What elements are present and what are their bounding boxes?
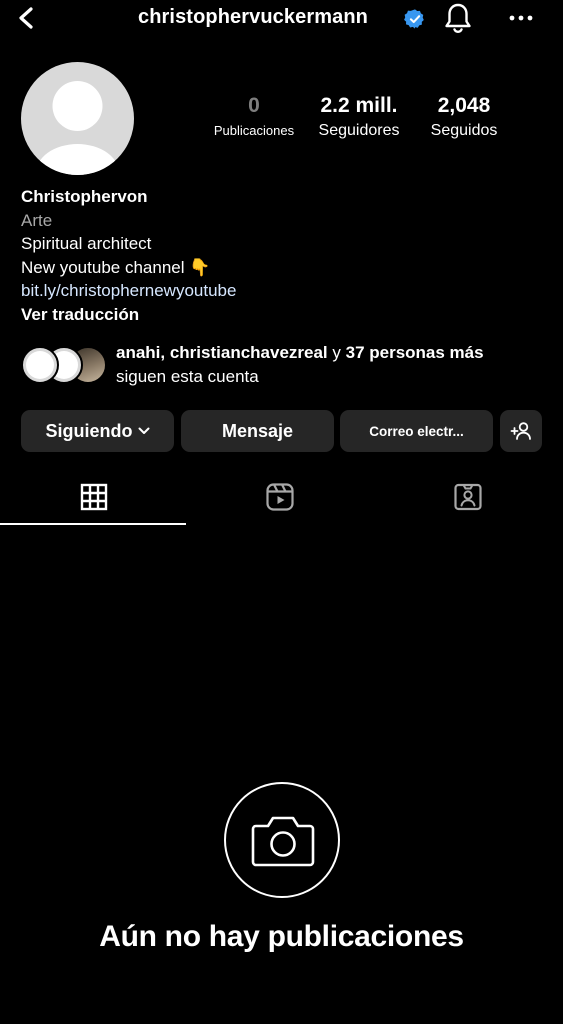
default-avatar-icon (35, 81, 120, 175)
bio-link[interactable]: bit.ly/christophernewyoutube (21, 279, 551, 303)
bio-line-2: New youtube channel 👇 (21, 257, 211, 277)
empty-state-text: Aún no hay publicaciones (99, 920, 464, 953)
followers-value: 2.2 mill. (320, 94, 398, 117)
message-button[interactable]: Mensaje (181, 410, 334, 452)
add-person-icon (510, 422, 531, 440)
followers-label: Seguidores (318, 122, 400, 139)
verified-badge-icon (404, 9, 424, 29)
following-button-label: Siguiendo (45, 420, 133, 441)
followers-count[interactable]: 2.2 mill. Seguidores (306, 94, 412, 142)
bell-icon[interactable] (443, 2, 473, 34)
posts-count: 0 Publicaciones (204, 94, 304, 142)
mutual-followers-text[interactable]: anahi, christianchavezreal y 37 personas… (116, 341, 556, 389)
message-button-label: Mensaje (221, 420, 294, 441)
active-tab-indicator (0, 523, 186, 525)
mutual-names: anahi, christianchavezreal (116, 343, 328, 362)
more-horizontal-icon[interactable] (508, 8, 534, 28)
posts-label: Publicaciones (213, 123, 295, 138)
profile-avatar[interactable] (21, 62, 134, 175)
suggest-people-button[interactable] (500, 410, 542, 452)
see-translation-link[interactable]: Ver traducción (21, 303, 551, 327)
following-count[interactable]: 2,048 Seguidos (418, 94, 510, 142)
following-button[interactable]: Siguiendo (21, 410, 174, 452)
bio-line-1: Spiritual architect (21, 234, 152, 253)
posts-value: 0 (248, 94, 260, 117)
chevron-down-icon (138, 427, 149, 434)
display-name: Christophervon (21, 187, 148, 206)
tagged-icon[interactable] (452, 481, 484, 513)
mutual-followers-avatars[interactable] (21, 346, 107, 384)
following-value: 2,048 (437, 94, 491, 117)
profile-username[interactable]: christophervuckermann (138, 6, 368, 29)
mutual-connector: y (327, 343, 346, 362)
top-bar: christophervuckermann (0, 0, 563, 40)
grid-icon[interactable] (78, 481, 110, 513)
email-button[interactable]: Correo electr... (340, 410, 493, 452)
email-button-label: Correo electr... (369, 423, 464, 439)
chevron-left-icon[interactable] (12, 4, 40, 32)
reels-icon[interactable] (264, 481, 296, 513)
camera-icon (251, 816, 315, 867)
empty-state-camera (224, 782, 340, 898)
mutual-others: 37 personas más (345, 343, 484, 362)
mutual-suffix: siguen esta cuenta (116, 367, 259, 386)
category-label: Arte (21, 210, 53, 230)
following-label: Seguidos (430, 122, 498, 139)
profile-bio: Christophervon Arte Spiritual architect … (21, 185, 551, 326)
mutual-avatar (21, 346, 59, 384)
